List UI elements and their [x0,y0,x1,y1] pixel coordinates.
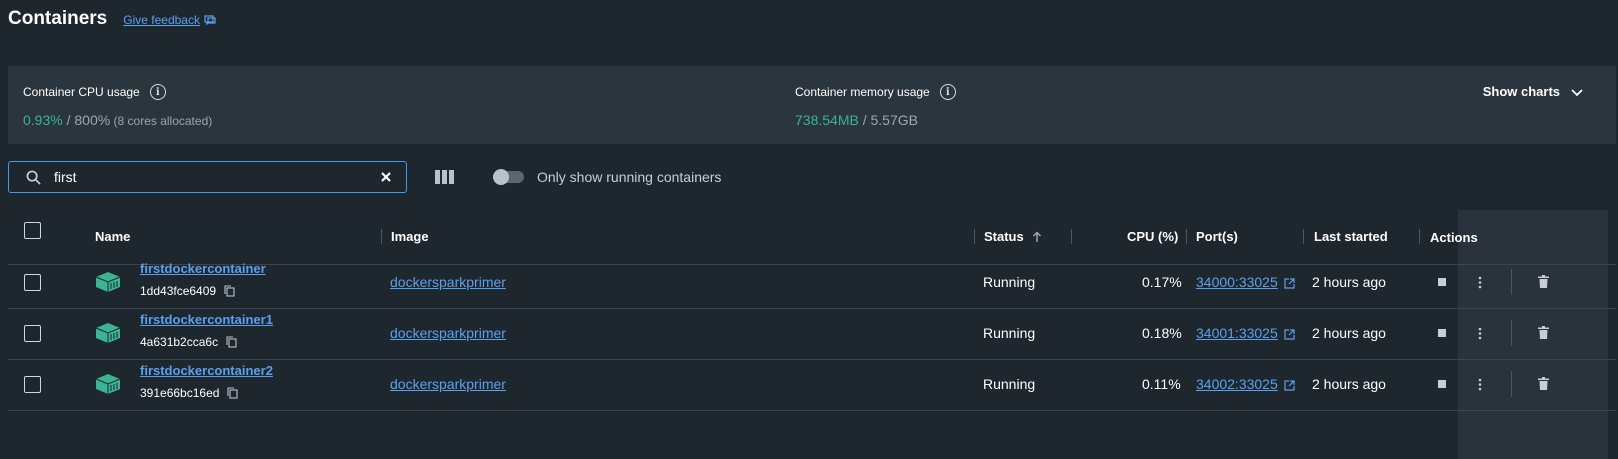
cpu-usage: Container CPU usage i 0.93% / 800% (8 co… [23,84,212,128]
container-name-link[interactable]: firstdockercontainer1 [140,312,273,327]
search-box[interactable] [8,161,407,193]
memory-total: / 5.57GB [858,112,918,128]
port-link[interactable]: 34000:33025 [1196,274,1295,290]
last-started: 2 hours ago [1312,325,1386,341]
columns-icon[interactable] [435,169,455,185]
column-status-label: Status [984,229,1024,244]
sort-ascending-icon [1032,230,1041,242]
external-link-icon [1284,278,1295,289]
give-feedback-label: Give feedback [123,13,200,27]
feedback-icon [204,15,216,26]
last-started: 2 hours ago [1312,376,1386,392]
cpu-value: 0.17% [1142,274,1182,290]
status-text: Running [983,274,1036,290]
show-charts-button[interactable]: Show charts [1483,84,1584,99]
status-text: Running [983,325,1036,341]
port-link[interactable]: 34001:33025 [1196,325,1295,341]
close-icon[interactable] [380,171,392,183]
image-link[interactable]: dockersparkprimer [390,325,506,341]
cpu-value: 0.11% [1142,376,1181,392]
container-id: 1dd43fce6409 [140,284,235,298]
stop-icon[interactable] [1438,329,1447,338]
info-icon[interactable]: i [149,84,166,100]
cpu-usage-value: 0.93% / 800% (8 cores allocated) [23,112,212,128]
trash-icon[interactable] [1538,377,1549,390]
stop-icon[interactable] [1438,278,1447,287]
row-checkbox[interactable] [24,274,41,291]
port-link[interactable]: 34002:33025 [1196,376,1295,392]
container-name-link[interactable]: firstdockercontainer [140,261,266,276]
container-id: 4a631b2cca6c [140,335,237,349]
column-name[interactable]: Name [95,229,130,244]
column-cpu[interactable]: CPU (%) [1127,229,1178,244]
page-title: Containers [8,8,108,29]
memory-usage-value: 738.54MB / 5.57GB [795,112,956,128]
trash-icon[interactable] [1538,326,1549,339]
trash-icon[interactable] [1538,275,1549,288]
select-all-checkbox[interactable] [24,222,41,239]
image-link[interactable]: dockersparkprimer [390,376,506,392]
copy-icon[interactable] [227,387,238,399]
copy-icon[interactable] [226,336,237,348]
cpu-used: 0.93% [23,112,63,128]
status-text: Running [983,376,1036,392]
container-icon [95,272,121,292]
last-started: 2 hours ago [1312,274,1386,290]
chevron-down-icon [1571,88,1583,96]
running-only-label: Only show running containers [537,169,722,185]
copy-icon[interactable] [224,285,235,297]
containers-page: Containers Give feedback Container CPU u… [0,0,1618,459]
cpu-note: (8 cores allocated) [110,114,213,128]
container-id: 391e66bc16ed [140,386,238,400]
memory-used: 738.54MB [795,112,859,128]
column-status[interactable]: Status [984,229,1042,244]
cpu-value: 0.18% [1142,325,1182,341]
memory-usage: Container memory usage i 738.54MB / 5.57… [795,84,956,128]
more-vertical-icon[interactable] [1478,327,1482,340]
image-link[interactable]: dockersparkprimer [390,274,506,290]
search-input[interactable] [54,166,354,188]
external-link-icon [1284,380,1295,391]
usage-panel: Container CPU usage i 0.93% / 800% (8 co… [8,66,1616,144]
info-icon[interactable]: i [939,84,956,100]
column-actions: Actions [1430,230,1478,245]
column-last-started[interactable]: Last started [1314,229,1388,244]
show-charts-label: Show charts [1482,84,1560,99]
external-link-icon [1284,329,1295,340]
row-checkbox[interactable] [24,376,41,393]
more-vertical-icon[interactable] [1478,276,1482,289]
more-vertical-icon[interactable] [1478,378,1482,391]
column-image[interactable]: Image [391,229,429,244]
memory-usage-label: Container memory usage [795,85,930,99]
table-row[interactable]: firstdockercontainer2 391e66bc16ed docke… [8,359,1616,411]
container-icon [95,374,121,394]
column-ports[interactable]: Port(s) [1196,229,1238,244]
container-icon [95,323,121,343]
table-row[interactable]: firstdockercontainer 1dd43fce6409 docker… [8,257,1616,309]
running-only-toggle[interactable] [493,169,524,185]
container-name-link[interactable]: firstdockercontainer2 [140,363,273,378]
stop-icon[interactable] [1438,380,1447,389]
cpu-total: / 800% [62,112,111,128]
row-checkbox[interactable] [24,325,41,342]
table-row[interactable]: firstdockercontainer1 4a631b2cca6c docke… [8,308,1616,360]
search-icon [26,170,41,185]
cpu-usage-label: Container CPU usage [23,85,140,99]
give-feedback-link[interactable]: Give feedback [123,13,216,27]
page-header: Containers Give feedback [8,8,216,30]
